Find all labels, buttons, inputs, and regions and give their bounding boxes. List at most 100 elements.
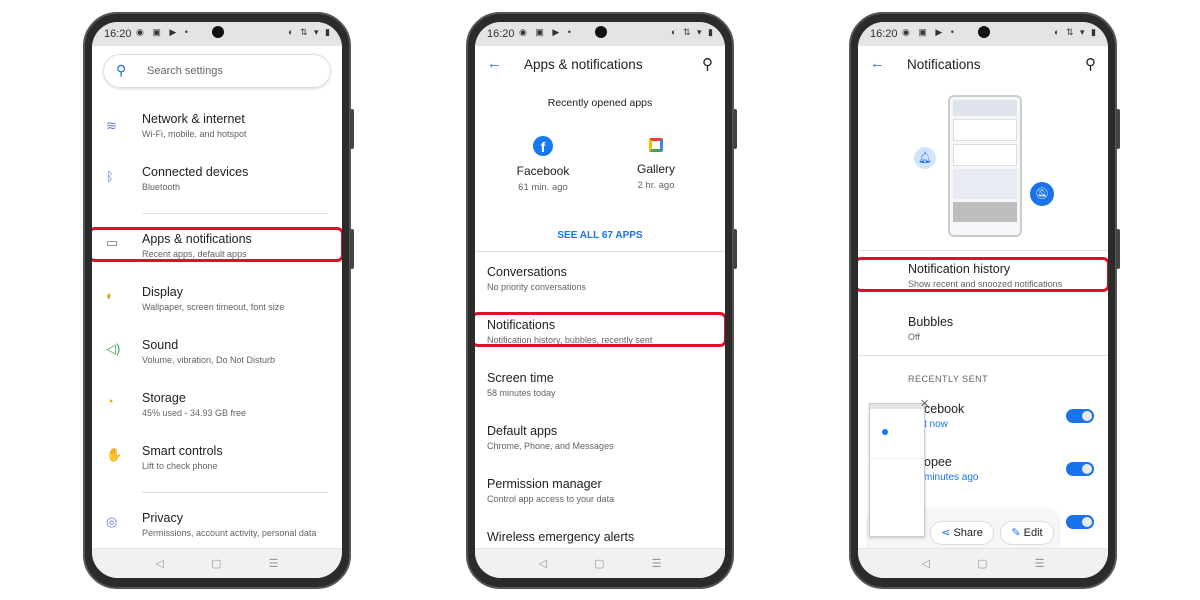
system-icons: ◐ ⇅ ▾ ▮ <box>671 27 715 37</box>
sound-icon: ◁) <box>106 341 121 356</box>
toggle-switch[interactable] <box>1066 409 1094 423</box>
search-input[interactable]: ⚲ Search settings <box>103 54 331 88</box>
share-label: Share <box>953 527 983 539</box>
home-icon[interactable]: ▢ <box>211 557 221 570</box>
item-subtitle: Volume, vibration, Do Not Disturb <box>142 355 276 365</box>
item-subtitle: Off <box>908 332 920 342</box>
nav-bar: ◁ ▢ ☰ <box>475 548 725 578</box>
screenshot-thumbnail[interactable] <box>869 403 925 537</box>
camera-cutout <box>978 26 990 38</box>
item-title: Conversations <box>487 265 567 279</box>
divider <box>142 492 328 493</box>
item-subtitle: Permissions, account activity, personal … <box>142 528 317 538</box>
notification-icons: ◉ ▣ ▶ • <box>519 27 574 37</box>
notification-icons: ◉ ▣ ▶ • <box>902 27 957 37</box>
bell-off-icon: 🔕︎ <box>1030 182 1054 206</box>
recents-icon[interactable]: ☰ <box>652 557 662 570</box>
recent-app-gallery[interactable]: Gallery 2 hr. ago <box>616 136 696 191</box>
status-time: 16:20 <box>870 28 898 40</box>
item-title: Storage <box>142 391 186 405</box>
close-icon[interactable]: ✕ <box>920 397 929 410</box>
item-title: opee <box>924 455 952 469</box>
item-subtitle: No priority conversations <box>487 282 587 292</box>
item-title: Display <box>142 285 183 299</box>
toggle-switch[interactable] <box>1066 515 1094 529</box>
item-title: Smart controls <box>142 444 223 458</box>
item-title: Default apps <box>487 424 558 438</box>
system-icons: ◐ ⇅ ▾ ▮ <box>1054 27 1098 37</box>
share-icon: ⋖ <box>941 527 951 539</box>
item-title: Connected devices <box>142 165 249 179</box>
divider <box>142 213 328 214</box>
display-icon: ◐ <box>106 288 114 303</box>
divider <box>858 355 1108 356</box>
item-title: Privacy <box>142 511 183 525</box>
back-arrow-icon[interactable]: ← <box>870 55 885 72</box>
gallery-icon <box>649 138 663 152</box>
hand-icon: ✋ <box>106 447 123 462</box>
recent-app-facebook[interactable]: f Facebook 61 min. ago <box>503 136 583 193</box>
recents-icon[interactable]: ☰ <box>269 557 279 570</box>
item-title: Bubbles <box>908 315 954 329</box>
item-subtitle: Bluetooth <box>142 182 181 192</box>
storage-icon: ◔ <box>106 394 114 409</box>
search-icon[interactable]: ⚲ <box>1085 55 1096 73</box>
item-subtitle: minutes ago <box>924 472 979 483</box>
item-subtitle: 45% used - 34.93 GB free <box>142 408 247 418</box>
system-icons: ◐ ⇅ ▾ ▮ <box>288 27 332 37</box>
edit-label: Edit <box>1023 527 1043 539</box>
item-title: Screen time <box>487 371 554 385</box>
settings-screen: 16:20 ◉ ▣ ▶ • ◐ ⇅ ▾ ▮ ⚲ Search settings ≋ N… <box>92 22 342 578</box>
notifications-screen: 16:20 ◉ ▣ ▶ • ◐ ⇅ ▾ ▮ ← Notifications ⚲ 🔔︎… <box>858 22 1108 578</box>
back-icon[interactable]: ◁ <box>539 557 547 570</box>
back-arrow-icon[interactable]: ← <box>487 55 502 72</box>
item-subtitle: t now <box>924 419 948 430</box>
back-icon[interactable]: ◁ <box>156 557 164 570</box>
back-icon[interactable]: ◁ <box>922 557 930 570</box>
share-button[interactable]: ⋖ Share <box>930 521 994 545</box>
nav-bar: ◁ ▢ ☰ <box>858 548 1108 578</box>
phone-apps-notifications: 16:20 ◉ ▣ ▶ • ◐ ⇅ ▾ ▮ ← Apps & notificatio… <box>466 12 737 589</box>
recents-icon[interactable]: ☰ <box>1035 557 1045 570</box>
search-icon[interactable]: ⚲ <box>702 55 713 73</box>
item-title: Network & internet <box>142 112 245 126</box>
phone-notifications: 16:20 ◉ ▣ ▶ • ◐ ⇅ ▾ ▮ ← Notifications ⚲ 🔔︎… <box>849 12 1120 589</box>
edit-button[interactable]: ✎ Edit <box>1000 521 1054 545</box>
pencil-icon: ✎ <box>1011 527 1021 539</box>
item-title: Sound <box>142 338 179 352</box>
home-icon[interactable]: ▢ <box>977 557 987 570</box>
status-time: 16:20 <box>104 28 132 40</box>
item-subtitle: Wi-Fi, mobile, and hotspot <box>142 129 247 139</box>
highlight-box <box>475 312 725 347</box>
status-bar: 16:20 ◉ ▣ ▶ • ◐ ⇅ ▾ ▮ <box>475 22 725 46</box>
item-subtitle: Chrome, Phone, and Messages <box>487 441 614 451</box>
app-time: 2 hr. ago <box>637 180 675 191</box>
app-name: Facebook <box>516 164 570 178</box>
item-subtitle: Control app access to your data <box>487 494 615 504</box>
notification-icons: ◉ ▣ ▶ • <box>136 27 191 37</box>
item-subtitle: 58 minutes today <box>487 388 556 398</box>
home-icon[interactable]: ▢ <box>594 557 604 570</box>
bluetooth-icon: ᛒ <box>106 169 114 184</box>
item-subtitle: Lift to check phone <box>142 461 218 471</box>
item-subtitle: Wallpaper, screen timeout, font size <box>142 302 285 312</box>
search-placeholder: Search settings <box>147 65 223 77</box>
toggle-switch[interactable] <box>1066 462 1094 476</box>
status-time: 16:20 <box>487 28 515 40</box>
recent-apps-label: Recently opened apps <box>547 97 653 109</box>
see-all-apps-link[interactable]: SEE ALL 67 APPS <box>475 230 725 241</box>
notifications-illustration <box>948 95 1022 237</box>
item-title: Wireless emergency alerts <box>487 530 635 544</box>
apps-notifications-screen: 16:20 ◉ ▣ ▶ • ◐ ⇅ ▾ ▮ ← Apps & notificatio… <box>475 22 725 578</box>
app-name: Gallery <box>636 162 675 176</box>
phone-settings: 16:20 ◉ ▣ ▶ • ◐ ⇅ ▾ ▮ ⚲ Search settings ≋ N… <box>83 12 354 589</box>
item-title: Permission manager <box>487 477 602 491</box>
app-time: 61 min. ago <box>518 182 568 193</box>
privacy-icon: ◎ <box>106 514 118 529</box>
recently-sent-header: RECENTLY SENT <box>908 374 989 384</box>
page-title: Notifications <box>907 57 981 72</box>
status-bar: 16:20 ◉ ▣ ▶ • ◐ ⇅ ▾ ▮ <box>92 22 342 46</box>
nav-bar: ◁ ▢ ☰ <box>92 548 342 578</box>
divider <box>858 250 1108 251</box>
item-title: cebook <box>924 402 965 416</box>
